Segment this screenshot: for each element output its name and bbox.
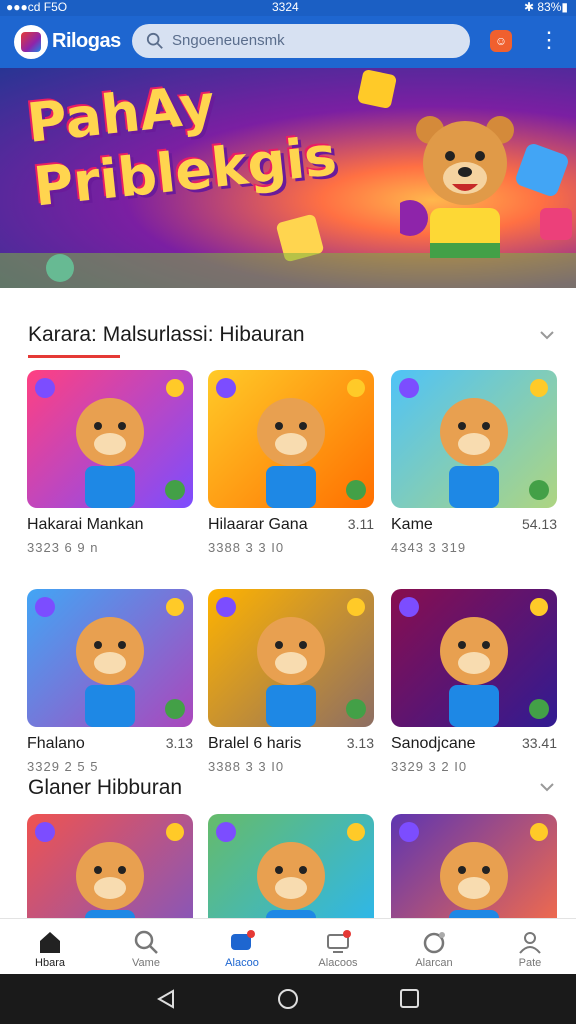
search-bar[interactable]: Sngoeneuensmk	[132, 24, 470, 58]
game-thumbnail[interactable]	[27, 814, 193, 918]
nav-item-chat[interactable]: Alacoo	[194, 919, 290, 975]
chevron-down-icon[interactable]	[538, 326, 556, 344]
search-icon	[146, 32, 163, 49]
game-thumbnail[interactable]	[208, 814, 374, 918]
timer-icon	[423, 932, 445, 954]
mascot-icon	[35, 597, 185, 727]
game-meta: 3388 3 3 I0	[208, 759, 285, 774]
status-battery: ✱ 83%▮	[523, 0, 568, 14]
nav-label: Alacoo	[225, 957, 259, 969]
mascot-icon	[216, 597, 366, 727]
game-name: Hilaarar Gana	[208, 516, 308, 533]
game-card[interactable]: Kame 54.13 4343 3 319	[391, 370, 557, 555]
game-card[interactable]	[208, 814, 374, 918]
nav-label: Alacoos	[318, 957, 358, 969]
mascot-icon	[216, 822, 365, 918]
game-card[interactable]	[27, 814, 193, 918]
game-thumbnail[interactable]	[208, 370, 374, 508]
home-button-icon[interactable]	[276, 988, 300, 1010]
chevron-down-icon[interactable]	[538, 778, 556, 796]
game-meta: 3329 2 5 5	[27, 759, 99, 774]
game-thumbnail[interactable]	[391, 589, 557, 727]
game-meta: 3329 3 2 I0	[391, 759, 468, 774]
nav-label: Vame	[132, 957, 160, 969]
more-menu-icon[interactable]: ⋮	[538, 28, 560, 54]
app-logo[interactable]	[14, 25, 48, 59]
game-card[interactable]: Fhalano 3.13 3329 2 5 5	[27, 589, 193, 774]
section-underline	[28, 355, 120, 358]
game-rating: 54.13	[521, 516, 557, 532]
mascot-icon	[35, 822, 184, 918]
status-signal: ●●●cd F5O	[6, 0, 68, 14]
bottom-navigation: Hbara Vame Alacoo Alacoos Alarcan Pate	[0, 918, 576, 974]
status-time: 3324	[272, 0, 299, 14]
search-icon	[134, 930, 158, 954]
mascot-icon	[399, 378, 549, 508]
nav-label: Hbara	[35, 957, 65, 969]
nav-label: Alarcan	[415, 957, 453, 969]
game-name: Hakarai Mankan	[27, 516, 144, 533]
game-name: Sanodjcane	[391, 735, 476, 752]
mascot-icon	[399, 822, 548, 918]
recents-icon[interactable]	[398, 988, 422, 1010]
game-thumbnail[interactable]	[208, 589, 374, 727]
game-rating: 3.13	[346, 735, 374, 751]
mascot-icon	[35, 378, 185, 508]
mascot-icon	[216, 378, 366, 508]
status-bar: ●●●cd F5O 3324 ✱ 83%▮	[0, 0, 576, 16]
nav-item-timer[interactable]: Alarcan	[386, 919, 482, 975]
game-card[interactable]: Hakarai Mankan 3323 6 9 n	[27, 370, 193, 555]
game-thumbnail[interactable]	[27, 589, 193, 727]
mascot-icon	[399, 597, 549, 727]
game-card[interactable]: Bralel 6 haris 3.13 3388 3 3 I0	[208, 589, 374, 774]
game-card[interactable]: Hilaarar Gana 3.11 3388 3 3 I0	[208, 370, 374, 555]
game-card[interactable]	[391, 814, 557, 918]
game-rating: 33.41	[521, 735, 557, 751]
game-meta: 4343 3 319	[391, 540, 467, 555]
system-navigation	[0, 974, 576, 1024]
monitor-icon	[327, 930, 351, 953]
game-thumbnail[interactable]	[391, 370, 557, 508]
game-thumbnail[interactable]	[391, 814, 557, 918]
game-name: Kame	[391, 516, 433, 533]
nav-item-home[interactable]: Hbara	[2, 919, 98, 975]
featured-banner[interactable]: PahAy Priblekgis	[0, 68, 576, 288]
nav-item-monitor[interactable]: Alacoos	[290, 919, 386, 975]
bear-mascot-icon	[400, 116, 514, 258]
app-bar: Rilogas Sngoeneuensmk ☺ ⋮	[0, 16, 576, 68]
game-card[interactable]: Sanodjcane 33.41 3329 3 2 I0	[391, 589, 557, 774]
game-name: Bralel 6 haris	[208, 735, 302, 752]
game-rating: 3.11	[347, 516, 374, 532]
back-icon[interactable]	[155, 988, 179, 1010]
home-icon	[40, 932, 60, 953]
profile-icon	[519, 932, 541, 954]
section-title-genre: Glaner Hibburan	[28, 776, 183, 799]
game-meta: 3388 3 3 I0	[208, 540, 285, 555]
notification-icon[interactable]: ☺	[490, 30, 512, 52]
app-name: Rilogas	[52, 30, 121, 52]
game-rating: 3.13	[165, 735, 193, 751]
nav-item-profile[interactable]: Pate	[482, 919, 576, 975]
nav-item-search[interactable]: Vame	[98, 919, 194, 975]
nav-label: Pate	[518, 957, 542, 969]
game-meta: 3323 6 9 n	[27, 540, 99, 555]
game-name: Fhalano	[27, 735, 85, 752]
game-thumbnail[interactable]	[27, 370, 193, 508]
section-title-karaoke: Karara: Malsurlassi: Hibauran	[28, 323, 305, 346]
chat-icon	[231, 930, 255, 950]
search-placeholder: Sngoeneuensmk	[172, 32, 285, 49]
